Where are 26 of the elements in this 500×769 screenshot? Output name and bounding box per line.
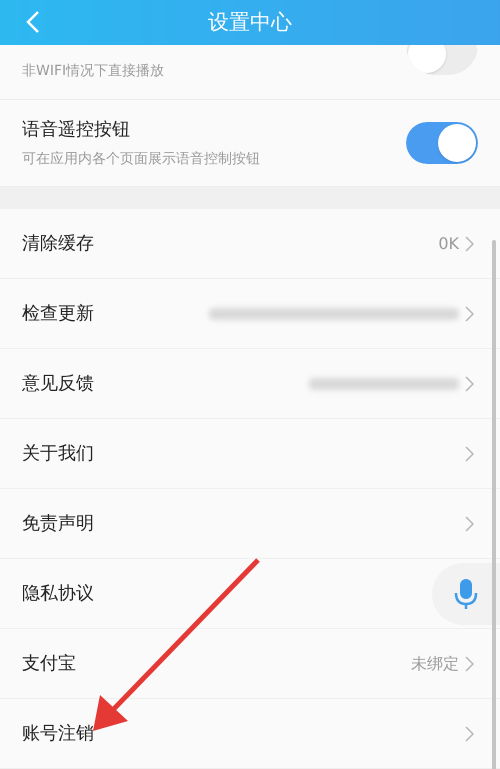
- row-label: 支付宝: [22, 652, 76, 676]
- chevron-right-icon: [465, 376, 474, 392]
- chevron-right-icon: [465, 306, 474, 322]
- chevron-right-icon: [465, 656, 474, 672]
- row-label: 检查更新: [22, 302, 94, 326]
- toggle-switch[interactable]: [406, 122, 478, 164]
- row-label: 意见反馈: [22, 372, 94, 396]
- page-title: 设置中心: [208, 8, 292, 36]
- chevron-right-icon: [465, 236, 474, 252]
- setting-description: 可在应用内各个页面展示语音控制按钮: [22, 150, 261, 169]
- microphone-button[interactable]: [432, 563, 500, 625]
- row-label: 账号注销: [22, 722, 94, 746]
- row-label: 隐私协议: [22, 582, 94, 606]
- chevron-right-icon: [465, 446, 474, 462]
- setting-description: 非WIFI情况下直接播放: [22, 62, 166, 82]
- settings-row[interactable]: 检查更新: [0, 279, 500, 349]
- row-label: 关于我们: [22, 442, 94, 466]
- row-label: 免责声明: [22, 512, 94, 536]
- setting-title: 语音遥控按钮: [22, 118, 131, 142]
- microphone-icon: [454, 578, 478, 610]
- chevron-right-icon: [465, 516, 474, 532]
- row-label: 清除缓存: [22, 232, 94, 256]
- row-value: 未绑定: [411, 652, 459, 674]
- settings-row[interactable]: 隐私协议: [0, 559, 500, 629]
- row-value: 0K: [438, 232, 459, 254]
- chevron-right-icon: [465, 726, 474, 742]
